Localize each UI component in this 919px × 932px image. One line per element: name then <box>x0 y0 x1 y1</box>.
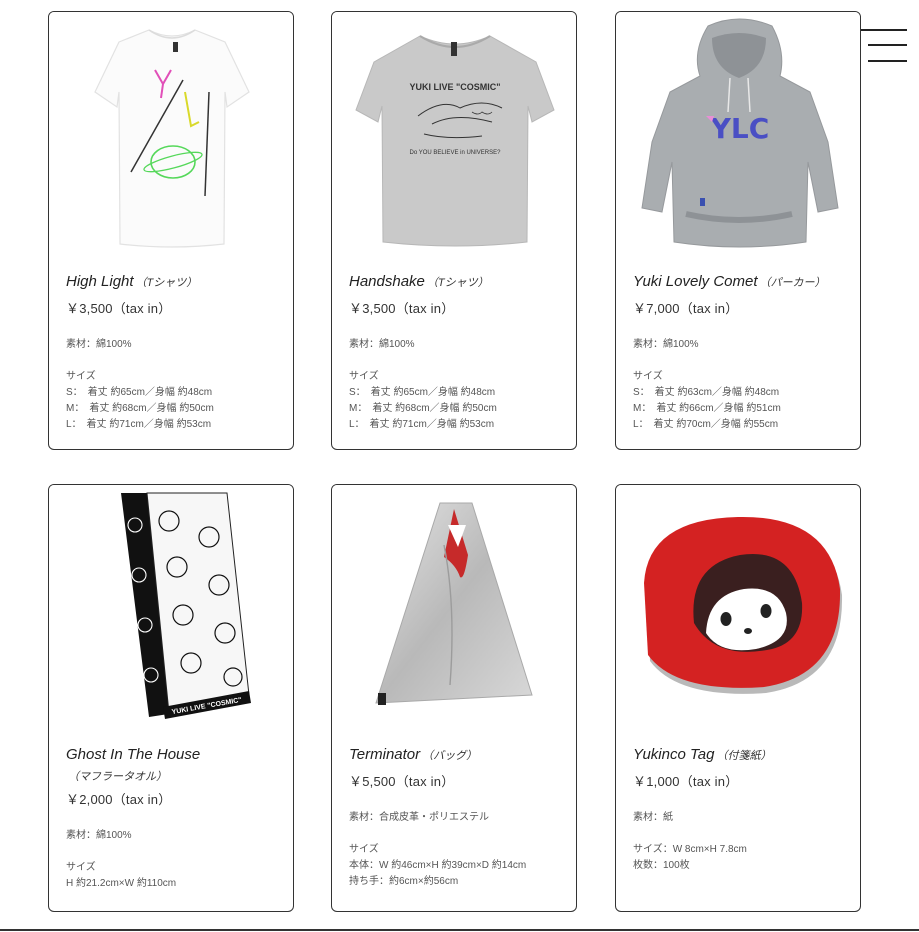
size-m: M： 着丈 約68cm／身幅 約50cm <box>349 403 497 414</box>
white-tshirt-image <box>49 12 293 257</box>
product-card[interactable]: YUKI LIVE "COSMIC" Ghost In The House （マ… <box>48 484 294 912</box>
product-name: Yukinco Tag <box>633 746 715 763</box>
product-card[interactable]: YUKI LIVE "COSMIC" Do YOU BELIEVE in UNI… <box>331 11 577 450</box>
size-s: S： 着丈 約65cm／身幅 約48cm <box>349 387 496 398</box>
size-l: L： 着丈 約70cm／身幅 約55cm <box>633 419 779 430</box>
product-material: 素材：綿100% <box>633 339 699 350</box>
size-body: 本体：W 約46cm×H 約39cm×D 約14cm <box>349 860 527 871</box>
size-heading: サイズ <box>66 371 96 382</box>
product-category: （Tシャツ） <box>426 277 489 289</box>
menu-bar <box>868 44 907 46</box>
product-price: ￥1,000（tax in） <box>633 774 739 789</box>
menu-bar <box>856 29 907 31</box>
product-name: High Light <box>66 273 134 290</box>
product-price: ￥5,500（tax in） <box>349 774 455 789</box>
product-category: （バッグ） <box>422 750 478 762</box>
product-category: （Tシャツ） <box>135 277 198 289</box>
size-l: L： 着丈 約71cm／身幅 約53cm <box>66 419 212 430</box>
menu-bar <box>868 60 907 62</box>
product-price: ￥3,500（tax in） <box>349 301 455 316</box>
product-material: 素材：綿100% <box>349 339 415 350</box>
sticky-note-image <box>616 485 860 730</box>
size-m: M： 着丈 約66cm／身幅 約51cm <box>633 403 781 414</box>
product-category: （付箋紙） <box>716 750 772 762</box>
product-material: 素材：綿100% <box>66 830 132 841</box>
silver-bag-image <box>332 485 576 730</box>
product-material: 素材：紙 <box>633 812 673 823</box>
size-s: S： 着丈 約65cm／身幅 約48cm <box>66 387 213 398</box>
size-heading: サイズ <box>633 371 663 382</box>
shirt-print-caption: Do YOU BELIEVE in UNIVERSE? <box>410 150 502 156</box>
muffler-towel-image: YUKI LIVE "COSMIC" <box>49 485 293 730</box>
product-name: Yuki Lovely Comet <box>633 273 758 290</box>
product-category: （マフラータオル） <box>68 771 167 783</box>
product-name: Handshake <box>349 273 425 290</box>
gray-hoodie-image: YLC <box>616 12 860 257</box>
hoodie-print-text: YLC <box>710 112 770 145</box>
size-value: サイズ：W 8cm×H 7.8cm <box>633 844 747 855</box>
size-l: L： 着丈 約71cm／身幅 約53cm <box>349 419 495 430</box>
gray-tshirt-image: YUKI LIVE "COSMIC" Do YOU BELIEVE in UNI… <box>332 12 576 257</box>
product-card[interactable]: YLC Yuki Lovely Comet （パーカー） ￥7,000（tax i… <box>615 11 861 450</box>
sheet-count: 枚数：100枚 <box>633 860 690 871</box>
product-category: （パーカー） <box>759 277 826 289</box>
size-s: S： 着丈 約63cm／身幅 約48cm <box>633 387 780 398</box>
product-name: Ghost In The House <box>66 746 201 763</box>
shirt-print-text: YUKI LIVE "COSMIC" <box>409 82 500 92</box>
product-price: ￥2,000（tax in） <box>66 792 172 807</box>
product-price: ￥7,000（tax in） <box>633 301 739 316</box>
size-heading: サイズ <box>349 844 379 855</box>
hamburger-menu-icon[interactable] <box>856 28 908 64</box>
size-m: M： 着丈 約68cm／身幅 約50cm <box>66 403 214 414</box>
size-value: H 約21.2cm×W 約110cm <box>66 878 177 889</box>
product-card[interactable]: Terminator （バッグ） ￥5,500（tax in） 素材：合成皮革・ポ… <box>331 484 577 912</box>
product-material: 素材：合成皮革・ポリエステル <box>349 812 489 823</box>
product-name: Terminator <box>349 746 421 763</box>
size-handle: 持ち手：約6cm×約56cm <box>349 876 459 887</box>
size-heading: サイズ <box>66 862 96 873</box>
footer-divider <box>0 929 919 931</box>
size-heading: サイズ <box>349 371 379 382</box>
product-price: ￥3,500（tax in） <box>66 301 172 316</box>
product-card[interactable]: Yukinco Tag （付箋紙） ￥1,000（tax in） 素材：紙 サイズ… <box>615 484 861 912</box>
product-material: 素材：綿100% <box>66 339 132 350</box>
product-card[interactable]: High Light （Tシャツ） ￥3,500（tax in） 素材：綿100%… <box>48 11 294 450</box>
